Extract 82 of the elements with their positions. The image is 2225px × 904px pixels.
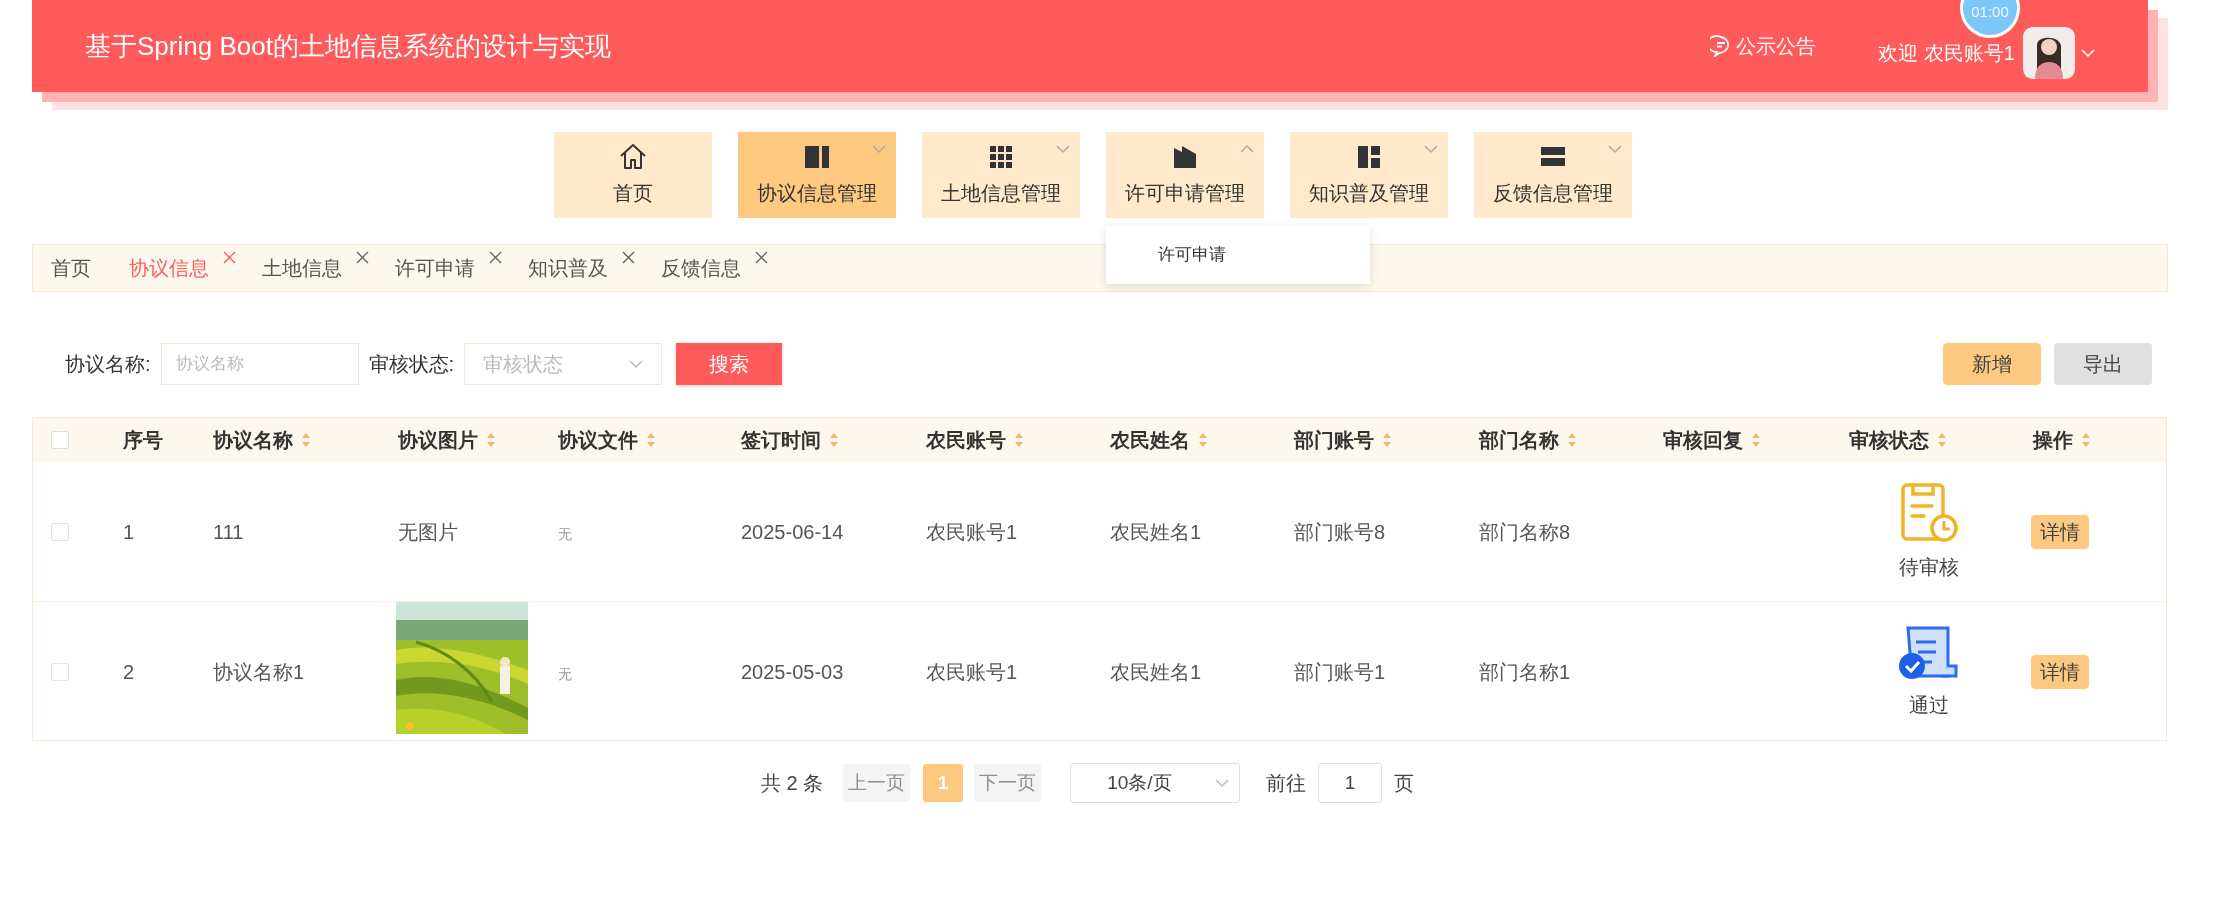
close-icon[interactable] bbox=[755, 251, 768, 264]
table-cell: 111 bbox=[213, 520, 244, 543]
total-count: 共 2 条 bbox=[760, 771, 824, 796]
caret-icon[interactable] bbox=[2081, 48, 2095, 58]
table-cell: 1 bbox=[123, 520, 135, 543]
add-button[interactable]: 新增 bbox=[1943, 343, 2041, 385]
clipboard-clock-icon bbox=[1900, 481, 1958, 544]
column-header: 协议名称 bbox=[213, 428, 293, 453]
sort-icon[interactable] bbox=[646, 432, 656, 448]
column-header: 审核回复 bbox=[1663, 428, 1743, 453]
app-title: 基于Spring Boot的土地信息系统的设计与实现 bbox=[85, 29, 611, 63]
table-cell: 2025-05-03 bbox=[741, 661, 844, 683]
tab[interactable]: 土地信息 bbox=[262, 253, 369, 283]
nav-menu-item[interactable]: 首页 bbox=[553, 132, 712, 218]
column-header: 部门账号 bbox=[1294, 428, 1374, 453]
close-icon[interactable] bbox=[356, 251, 369, 264]
column-header: 部门名称 bbox=[1479, 428, 1559, 453]
sort-icon[interactable] bbox=[301, 432, 311, 448]
details-button[interactable]: 详情 bbox=[2031, 655, 2089, 689]
sort-icon[interactable] bbox=[1751, 432, 1761, 448]
sort-icon[interactable] bbox=[2081, 432, 2091, 448]
close-icon[interactable] bbox=[489, 251, 502, 264]
table-cell: 部门账号1 bbox=[1294, 661, 1386, 683]
column-header: 协议图片 bbox=[398, 428, 478, 453]
tab[interactable]: 反馈信息 bbox=[661, 253, 768, 283]
sort-icon[interactable] bbox=[1382, 432, 1392, 448]
sort-icon[interactable] bbox=[1567, 432, 1577, 448]
welcome-text: 欢迎 农民账号1 bbox=[1878, 41, 2015, 66]
filter-label: 审核状态: bbox=[368, 352, 455, 377]
row-checkbox[interactable] bbox=[51, 522, 69, 541]
sort-icon[interactable] bbox=[1014, 432, 1024, 448]
table-cell: 农民账号1 bbox=[926, 520, 1018, 543]
caret-icon bbox=[629, 359, 644, 369]
sort-icon[interactable] bbox=[829, 432, 839, 448]
table-cell: 农民账号1 bbox=[926, 661, 1018, 683]
table-cell: 2025-06-14 bbox=[741, 520, 844, 543]
avatar[interactable] bbox=[2023, 27, 2075, 79]
table-cell: 2 bbox=[123, 661, 135, 683]
export-button[interactable]: 导出 bbox=[2054, 343, 2152, 385]
column-header: 序号 bbox=[123, 428, 163, 453]
table-cell-text: 无 bbox=[558, 524, 572, 544]
dropdown-item[interactable]: 许可申请 bbox=[1105, 242, 1370, 268]
table-cell-text: 无 bbox=[558, 665, 572, 684]
column-header: 操作 bbox=[2033, 428, 2073, 453]
close-icon[interactable] bbox=[223, 251, 236, 264]
table-cell: 农民姓名1 bbox=[1110, 520, 1202, 543]
status-label: 通过 bbox=[1909, 693, 1949, 718]
sort-icon[interactable] bbox=[1198, 432, 1208, 448]
tab[interactable]: 知识普及 bbox=[528, 253, 635, 283]
table-cell: 协议名称1 bbox=[213, 661, 305, 683]
column-header: 协议文件 bbox=[558, 428, 638, 453]
tab[interactable]: 许可申请 bbox=[395, 253, 502, 283]
table-cell: 农民姓名1 bbox=[1110, 661, 1202, 683]
row-checkbox[interactable] bbox=[51, 663, 69, 681]
goto-label: 前往 bbox=[1266, 771, 1307, 796]
page-input-field[interactable]: 1 bbox=[1318, 763, 1383, 803]
nav-menu-item[interactable]: 土地信息管理 bbox=[921, 132, 1080, 218]
details-button[interactable]: 详情 bbox=[2031, 514, 2089, 549]
sort-icon[interactable] bbox=[1937, 432, 1947, 448]
column-header: 审核状态 bbox=[1849, 428, 1929, 453]
column-header: 农民姓名 bbox=[1110, 428, 1190, 453]
nav-menu-item[interactable]: 协议信息管理 bbox=[737, 132, 896, 218]
table-cell: 部门名称1 bbox=[1479, 661, 1571, 683]
table-cell-text: 无图片 bbox=[397, 520, 458, 543]
caret-icon bbox=[1215, 778, 1230, 788]
page-size-select[interactable]: 10条/页 bbox=[1070, 763, 1241, 803]
filter-label: 协议名称: bbox=[65, 352, 151, 377]
nav-menu-item[interactable]: 反馈信息管理 bbox=[1473, 132, 1632, 218]
status-label: 待审核 bbox=[1899, 554, 1959, 580]
name-input-field[interactable]: 协议名称 bbox=[160, 343, 359, 385]
tab[interactable]: 首页 bbox=[51, 253, 91, 283]
table-cell: 部门名称8 bbox=[1479, 520, 1571, 543]
nav-menu-item[interactable]: 许可申请管理 bbox=[1105, 132, 1264, 218]
table-cell: 部门账号8 bbox=[1294, 520, 1386, 543]
select-all-checkbox[interactable] bbox=[51, 431, 69, 449]
document-check-icon bbox=[1898, 624, 1960, 682]
close-icon[interactable] bbox=[622, 251, 635, 264]
column-header: 农民账号 bbox=[926, 428, 1006, 453]
column-header: 签订时间 bbox=[741, 428, 821, 453]
page-label: 页 bbox=[1394, 771, 1415, 796]
sort-icon[interactable] bbox=[486, 432, 496, 448]
nav-menu-item[interactable]: 知识普及管理 bbox=[1289, 132, 1448, 218]
